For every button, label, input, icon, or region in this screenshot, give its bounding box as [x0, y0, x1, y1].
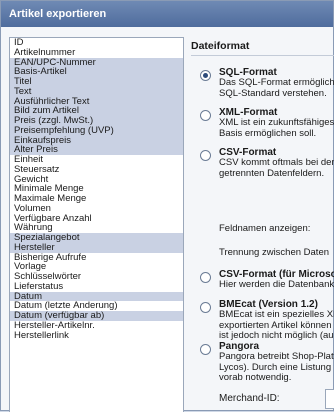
radio-xml[interactable] — [200, 110, 211, 121]
list-item[interactable]: Minimale Menge — [10, 184, 183, 194]
section-title-dateiformat: Dateiformat — [191, 40, 250, 52]
list-item[interactable]: Spezialangebot — [10, 233, 183, 243]
option-desc: Pangora betreibt Shop-Platt Lycos). Durc… — [219, 351, 334, 383]
field-list[interactable]: ID Artikelnummer EAN/UPC-Nummer Basis-Artik… — [9, 37, 184, 412]
merchant-id-label: Merchand-ID: — [219, 393, 280, 404]
option-desc: Das SQL-Format ermöglicht SQL-Standard v… — [219, 77, 334, 99]
list-item[interactable]: Hersteller-Artikelnr. — [10, 321, 183, 331]
list-item[interactable]: Datum — [10, 291, 183, 302]
list-item[interactable]: EAN/UPC-Nummer — [10, 57, 183, 68]
list-item[interactable]: Bild zum Artikel — [10, 106, 183, 116]
list-item[interactable]: Herstellerlink — [10, 331, 183, 341]
list-item[interactable]: Ausführlicher Text — [10, 96, 183, 107]
list-item[interactable]: Gewicht — [10, 175, 183, 185]
list-item[interactable]: Artikelnummer — [10, 48, 183, 58]
list-item[interactable]: Einheit — [10, 155, 183, 165]
list-item[interactable]: Datum (letzte Änderung) — [10, 301, 183, 311]
list-item[interactable]: Vorlage — [10, 262, 183, 272]
list-item[interactable]: Alter Preis — [10, 145, 183, 155]
field-names-label: Feldnamen anzeigen: — [219, 223, 311, 234]
radio-sql[interactable] — [200, 70, 211, 81]
option-desc: XML ist ein zukunftsfähiges Basis ermögl… — [219, 117, 334, 139]
list-item[interactable]: Verfügbare Anzahl — [10, 214, 183, 224]
divider — [191, 55, 334, 56]
export-dialog: Artikel exportieren ID Artikelnummer EAN/U… — [0, 0, 334, 412]
list-item[interactable]: Datum (verfügbar ab) — [10, 311, 183, 321]
list-item[interactable]: Text — [10, 86, 183, 97]
list-item[interactable]: Maximale Menge — [10, 194, 183, 204]
option-desc: BMEcat ist ein spezielles XML exportiert… — [219, 309, 334, 341]
list-item[interactable]: Basis-Artikel — [10, 67, 183, 77]
separator-label: Trennung zwischen Daten — [219, 247, 330, 258]
window-title: Artikel exportieren — [1, 1, 333, 27]
list-item[interactable]: Lieferstatus — [10, 282, 183, 292]
list-item[interactable]: Währung — [10, 223, 183, 233]
list-item[interactable]: Hersteller — [10, 242, 183, 253]
merchant-id-input[interactable] — [325, 389, 334, 409]
option-desc: Hier werden die Datenbank — [219, 279, 334, 290]
radio-bmecat[interactable] — [200, 302, 211, 313]
list-item[interactable]: Volumen — [10, 204, 183, 214]
list-item[interactable]: Einkaufspreis — [10, 135, 183, 146]
list-item[interactable]: ID — [10, 38, 183, 48]
file-format-panel: Dateiformat SQL-Format Das SQL-Format er… — [191, 37, 334, 412]
radio-csv-microsoft[interactable] — [200, 272, 211, 283]
option-desc: CSV kommt oftmals bei der getrennten Dat… — [219, 157, 334, 179]
list-item[interactable]: Bisherige Aufrufe — [10, 253, 183, 263]
list-item[interactable]: Preisempfehlung (UVP) — [10, 125, 183, 136]
radio-csv[interactable] — [200, 150, 211, 161]
list-item[interactable]: Schlüsselwörter — [10, 272, 183, 282]
list-item[interactable]: Preis (zzgl. MwSt.) — [10, 116, 183, 126]
radio-pangora[interactable] — [200, 344, 211, 355]
list-item[interactable]: Steuersatz — [10, 165, 183, 175]
list-item[interactable]: Titel — [10, 77, 183, 87]
